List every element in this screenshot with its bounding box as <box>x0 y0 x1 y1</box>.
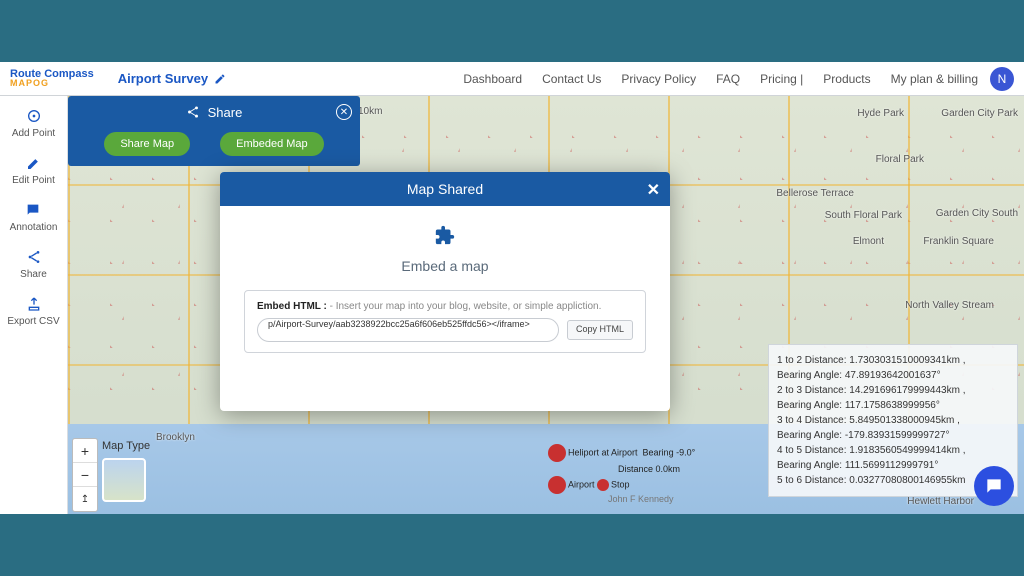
embed-box: Embed HTML : - Insert your map into your… <box>244 290 646 353</box>
nav-pricing[interactable]: Pricing | <box>760 72 803 86</box>
share-panel: Share ✕ Share Map Embeded Map <box>68 96 360 166</box>
bearing-label: Bearing -9.0° <box>643 447 696 457</box>
copy-html-button[interactable]: Copy HTML <box>567 320 633 340</box>
sidebar-item-share[interactable]: Share <box>20 249 47 280</box>
app-window: Route Compass MAPOG Airport Survey Dashb… <box>0 62 1024 514</box>
project-title-label: Airport Survey <box>118 71 208 86</box>
map-shared-modal: Map Shared ✕ Embed a map Embed HTML : - … <box>220 172 670 411</box>
nav-contact[interactable]: Contact Us <box>542 72 601 86</box>
map-scale: 10km <box>358 106 382 117</box>
nav-privacy[interactable]: Privacy Policy <box>621 72 696 86</box>
distance-label: Distance 0.0km <box>618 464 680 474</box>
info-line: 4 to 5 Distance: 1.9183560549999414km , <box>777 443 1009 458</box>
modal-title: Map Shared <box>407 181 483 197</box>
share-panel-title: Share <box>208 105 243 120</box>
embed-label: Embed HTML : - Insert your map into your… <box>257 301 633 312</box>
share-panel-close[interactable]: ✕ <box>336 104 352 120</box>
embed-label-bold: Embed HTML : <box>257 301 327 312</box>
embed-label-desc: - Insert your map into your blog, websit… <box>330 301 602 312</box>
top-nav: Dashboard Contact Us Privacy Policy FAQ … <box>463 72 978 86</box>
info-line: Bearing Angle: 111.5699112999791° <box>777 458 1009 473</box>
project-title[interactable]: Airport Survey <box>118 71 226 86</box>
zoom-in-button[interactable]: + <box>73 439 97 463</box>
share-icon <box>186 105 200 119</box>
modal-subtitle: Embed a map <box>244 258 646 274</box>
share-map-button[interactable]: Share Map <box>104 132 190 156</box>
marker-label: Airport <box>568 479 595 489</box>
info-line: Bearing Angle: 47.89193642001637° <box>777 368 1009 383</box>
sidebar-item-export[interactable]: Export CSV <box>7 296 59 327</box>
label-northvalley: North Valley Stream <box>905 300 994 311</box>
pencil-icon <box>26 155 42 171</box>
export-icon <box>26 296 42 312</box>
label-franklin: Franklin Square <box>923 236 994 247</box>
map-type-label: Map Type <box>102 440 150 452</box>
target-icon <box>26 108 42 124</box>
sidebar-item-add-point[interactable]: Add Point <box>12 108 55 139</box>
sidebar-item-label: Annotation <box>10 222 58 233</box>
chat-launcher[interactable] <box>974 466 1014 506</box>
pencil-icon <box>214 73 226 85</box>
map-markers: Heliport at Airport Bearing -9.0° Distan… <box>548 444 695 504</box>
marker-icon <box>548 476 566 494</box>
zoom-out-button[interactable]: − <box>73 463 97 487</box>
marker-icon <box>597 479 609 491</box>
avatar[interactable]: N <box>990 67 1014 91</box>
sidebar-item-annotation[interactable]: Annotation <box>10 202 58 233</box>
jfk-label: John F Kennedy <box>608 494 695 504</box>
embed-map-button[interactable]: Embeded Map <box>220 132 324 156</box>
modal-close-button[interactable]: ✕ <box>647 180 660 200</box>
info-line: 1 to 2 Distance: 1.7303031510009341km , <box>777 353 1009 368</box>
comment-icon <box>25 202 41 218</box>
label-hewlett: Hewlett Harbor <box>907 496 974 507</box>
nav-faq[interactable]: FAQ <box>716 72 740 86</box>
label-gardensouth: Garden City South <box>936 208 1018 219</box>
sidebar-item-label: Share <box>20 269 47 280</box>
nav-dashboard[interactable]: Dashboard <box>463 72 522 86</box>
puzzle-icon <box>244 224 646 252</box>
sidebar-item-label: Edit Point <box>12 175 55 186</box>
share-panel-header: Share ✕ <box>68 96 360 128</box>
label-southfloral: South Floral Park <box>825 210 902 221</box>
chat-icon <box>984 476 1004 496</box>
label-floral: Floral Park <box>876 154 924 165</box>
label-bellerose: Bellerose Terrace <box>776 188 854 199</box>
info-line: 3 to 4 Distance: 5.849501338000945km , <box>777 413 1009 428</box>
nav-products[interactable]: Products <box>823 72 870 86</box>
zoom-reset-button[interactable]: ↥ <box>73 487 97 511</box>
brand-line2: MAPOG <box>10 79 94 88</box>
marker-label: Stop <box>611 479 630 489</box>
sidebar-item-label: Export CSV <box>7 316 59 327</box>
info-line: 2 to 3 Distance: 14.291696179999443km , <box>777 383 1009 398</box>
modal-header: Map Shared ✕ <box>220 172 670 206</box>
zoom-control: + − ↥ <box>72 438 98 512</box>
label-brooklyn: Brooklyn <box>156 432 195 443</box>
marker-icon <box>548 444 566 462</box>
embed-code-input[interactable]: p/Airport-Survey/aab3238922bcc25a6f606eb… <box>257 318 559 342</box>
map-type-selector[interactable] <box>102 458 146 502</box>
brand-logo[interactable]: Route Compass MAPOG <box>10 69 94 88</box>
info-line: Bearing Angle: 117.1758638999956° <box>777 398 1009 413</box>
sidebar: Add Point Edit Point Annotation Share Ex… <box>0 96 68 514</box>
label-garden: Garden City Park <box>941 108 1018 119</box>
sidebar-item-edit-point[interactable]: Edit Point <box>12 155 55 186</box>
sidebar-item-label: Add Point <box>12 128 55 139</box>
nav-billing[interactable]: My plan & billing <box>891 72 978 86</box>
info-line: Bearing Angle: -179.83931599999727° <box>777 428 1009 443</box>
topbar: Route Compass MAPOG Airport Survey Dashb… <box>0 62 1024 96</box>
marker-label: Heliport at Airport <box>568 447 638 457</box>
label-elmont: Elmont <box>853 236 884 247</box>
share-icon <box>26 249 42 265</box>
label-hyde: Hyde Park <box>857 108 904 119</box>
